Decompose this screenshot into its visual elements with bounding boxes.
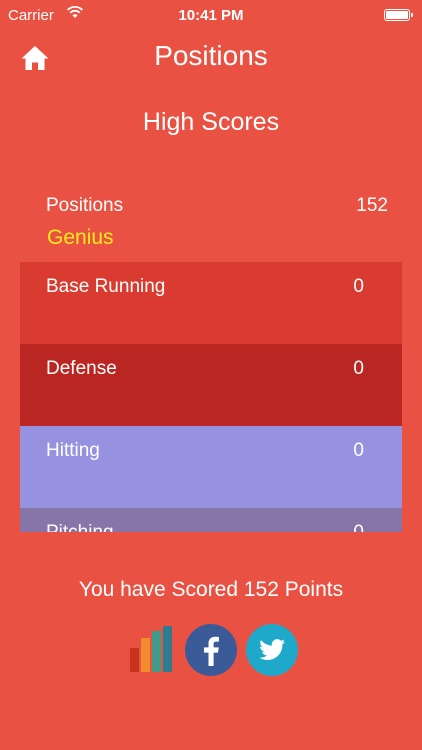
twitter-icon[interactable] [246,624,298,676]
status-bar: Carrier 10:41 PM [0,0,422,32]
category-row-defense[interactable]: Defense 0 [20,344,402,426]
category-label: Base Running [46,276,166,297]
facebook-glyph-icon [204,636,219,666]
status-time: 10:41 PM [178,7,244,24]
twitter-bird-icon [259,639,285,660]
score-message: You have Scored 152 Points [78,578,344,601]
category-score: 0 [353,522,364,532]
high-scores-heading: High Scores [142,108,280,136]
category-label: Pitching [46,522,114,532]
summary-label: Positions [46,195,124,216]
category-score: 0 [353,276,364,297]
category-score: 0 [353,440,364,461]
rank-label: Genius [47,226,114,249]
bar-chart-icon[interactable] [130,626,172,672]
category-score-list[interactable]: Base Running 0 Defense 0 Hitting 0 Pitch… [20,262,402,532]
battery-icon [384,9,413,21]
page-title: Positions [154,40,268,71]
category-label: Defense [46,358,117,379]
facebook-icon[interactable] [185,624,237,676]
category-score: 0 [353,358,364,379]
category-row-base-running[interactable]: Base Running 0 [20,262,402,344]
category-row-hitting[interactable]: Hitting 0 [20,426,402,508]
category-label: Hitting [46,440,100,461]
category-row-pitching[interactable]: Pitching 0 [20,508,402,532]
summary-score: 152 [356,195,388,216]
